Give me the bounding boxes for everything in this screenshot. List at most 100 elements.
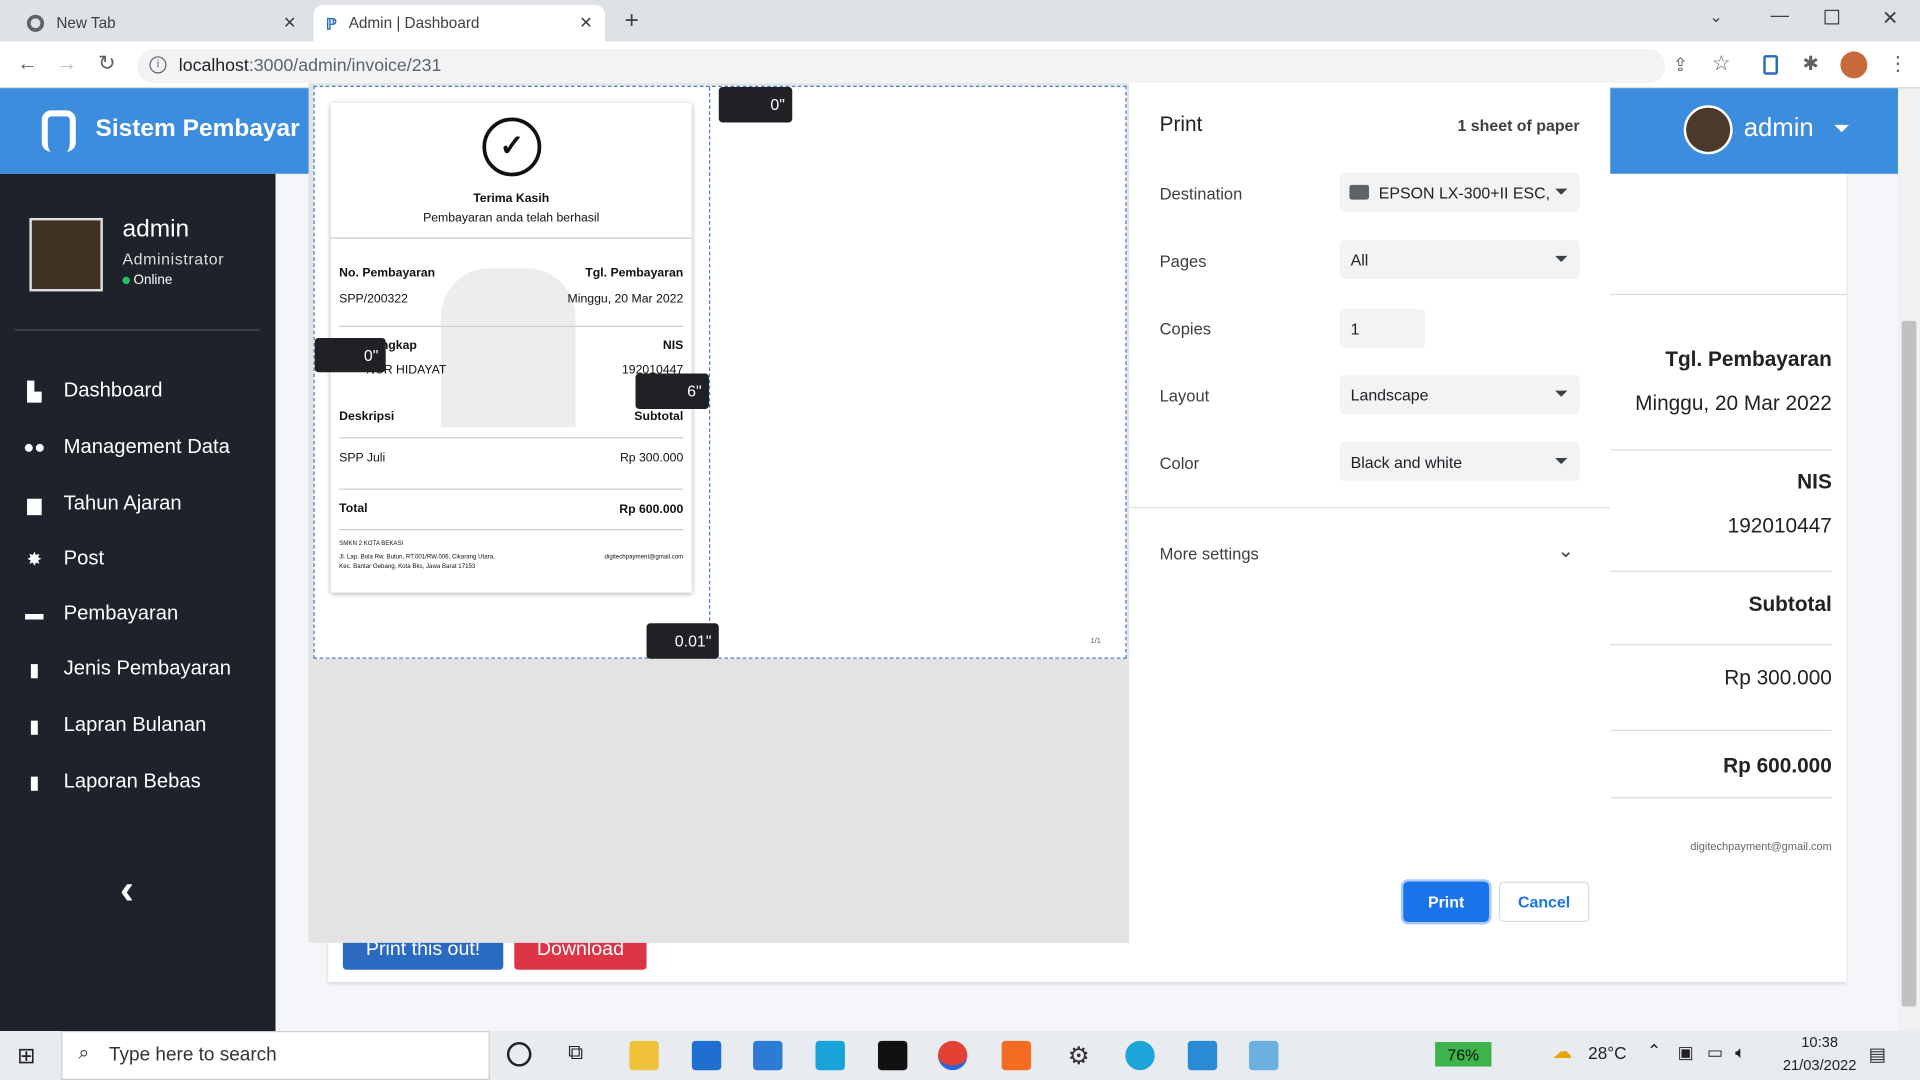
tab-new-tab[interactable]: New Tab ✕	[17, 5, 308, 42]
share-icon[interactable]: ⇪	[1673, 54, 1688, 76]
scrollbar-thumb[interactable]	[1901, 320, 1917, 1007]
puzzle-icon[interactable]: ✱	[1802, 51, 1818, 75]
tray-chevron-icon[interactable]: ⌃	[1647, 1041, 1661, 1062]
weather-temp[interactable]: 28°C	[1588, 1043, 1626, 1063]
sidebar-item-dashboard[interactable]: ▙ Dashboard	[20, 380, 163, 403]
destination-select[interactable]: EPSON LX-300+II ESC,	[1339, 172, 1580, 212]
layout-select[interactable]: Landscape	[1339, 374, 1580, 414]
more-settings[interactable]: More settings	[1160, 545, 1259, 563]
margin-right-tag[interactable]: 6"	[635, 373, 709, 409]
url-host: localhost	[178, 56, 249, 76]
sidebar-item-lapran-bulanan[interactable]: ▮ Lapran Bulanan	[20, 714, 207, 737]
settings-icon[interactable]: ⚙	[1064, 1041, 1093, 1070]
back-icon[interactable]: ←	[17, 51, 38, 75]
sidebar-item-label: Lapran Bulanan	[63, 713, 207, 736]
xampp-icon[interactable]	[1001, 1040, 1032, 1071]
destination-value: EPSON LX-300+II ESC,	[1378, 183, 1551, 202]
printer-icon	[1349, 184, 1369, 200]
chrome-taskbar-icon[interactable]	[937, 1040, 968, 1071]
header-username[interactable]: admin	[1744, 114, 1814, 143]
info-icon: i	[149, 56, 167, 74]
caret-down-icon[interactable]	[1834, 124, 1849, 133]
minimize-icon[interactable]: —	[1771, 5, 1789, 26]
task-view-icon[interactable]: ⧉	[568, 1041, 583, 1065]
volume-icon[interactable]: 🔈︎	[1735, 1042, 1745, 1063]
taskbar-search[interactable]: ⌕ Type here to search	[61, 1031, 490, 1080]
tab-admin-dashboard[interactable]: ℙ Admin | Dashboard ✕	[313, 4, 605, 42]
subtotal-label: Subtotal	[1748, 592, 1832, 616]
print-button[interactable]: Print	[1403, 881, 1489, 923]
menu-icon[interactable]: ⋮	[1888, 51, 1908, 75]
pages-select[interactable]: All	[1339, 240, 1580, 280]
margin-bottom-tag[interactable]: 0.01"	[646, 623, 719, 659]
url-input[interactable]: i localhost:3000/admin/invoice/231	[137, 48, 1666, 84]
maximize-icon[interactable]	[1824, 9, 1840, 25]
clock-date[interactable]: 21/03/2022	[1761, 1057, 1879, 1074]
color-label: Color	[1159, 454, 1200, 473]
star-icon[interactable]: ☆	[1712, 51, 1731, 75]
receipt-school: SMKN 2 KOTA BEKASI	[339, 540, 404, 548]
margin-top-tag[interactable]: 0"	[718, 86, 793, 123]
app-window-icon[interactable]	[1248, 1040, 1279, 1071]
chevron-down-icon[interactable]: ⌄	[1709, 7, 1722, 27]
copies-input[interactable]: 1	[1339, 308, 1426, 348]
mail-icon[interactable]	[753, 1040, 783, 1071]
page-scrollbar[interactable]	[1897, 88, 1920, 1032]
sidebar-item-jenis-pembayaran[interactable]: ▮ Jenis Pembayaran	[20, 658, 231, 681]
sidebar-item-label: Jenis Pembayaran	[63, 657, 232, 680]
new-tab-icon[interactable]: +	[624, 7, 638, 35]
network-icon[interactable]: ▣	[1678, 1042, 1694, 1063]
sidebar-divider	[14, 329, 260, 331]
online-dot-icon	[122, 276, 130, 285]
user-status: Online	[122, 273, 172, 288]
caret-down-icon	[1555, 390, 1568, 397]
extension-icon[interactable]	[1763, 55, 1778, 75]
color-value: Black and white	[1350, 452, 1463, 471]
profile-avatar[interactable]	[1840, 51, 1868, 79]
header-avatar[interactable]	[1683, 105, 1733, 155]
print-dialog: Print 1 sheet of paper Destination EPSON…	[1128, 83, 1611, 943]
vscode-icon[interactable]	[1187, 1040, 1218, 1071]
sidebar-item-pembayaran[interactable]: ▬ Pembayaran	[20, 602, 179, 625]
users-icon: ●●	[23, 437, 46, 458]
clock-time[interactable]: 10:38	[1771, 1033, 1869, 1050]
receipt-nis-label: NIS	[662, 339, 684, 353]
cancel-button[interactable]: Cancel	[1498, 881, 1590, 923]
notification-icon[interactable]: ▤	[1869, 1043, 1886, 1065]
chart-icon: ▙	[27, 381, 42, 403]
l-app-icon[interactable]	[815, 1040, 845, 1071]
store-icon[interactable]	[691, 1040, 722, 1071]
copies-label: Copies	[1159, 319, 1212, 338]
windows-start-icon[interactable]: ⊞	[17, 1043, 35, 1069]
margin-left-tag[interactable]: 0"	[314, 337, 386, 373]
book-icon: ▮	[29, 659, 40, 681]
battery-icon[interactable]: ▭	[1707, 1042, 1723, 1063]
sidebar-item-management-data[interactable]: ●● Management Data	[20, 436, 230, 459]
chevron-down-icon[interactable]: ⌄	[1558, 539, 1574, 563]
battery-meter[interactable]: 76%	[1435, 1042, 1492, 1067]
sidebar-item-tahun-ajaran[interactable]: ▆ Tahun Ajaran	[20, 492, 182, 515]
sidebar-item-laporan-bebas[interactable]: ▮ Laporan Bebas	[20, 770, 201, 793]
window-close-icon[interactable]: ✕	[1882, 6, 1898, 30]
user-name: admin	[122, 215, 190, 243]
reload-icon[interactable]: ↻	[98, 51, 115, 75]
margin-guide-right[interactable]	[708, 86, 711, 658]
pages-label: Pages	[1159, 252, 1207, 271]
close-icon[interactable]: ✕	[283, 13, 296, 33]
page-number: 1/1	[1090, 637, 1101, 646]
netflix-icon[interactable]	[877, 1040, 908, 1071]
close-icon[interactable]: ✕	[579, 13, 592, 33]
watermark-logo	[440, 268, 576, 428]
forward-icon[interactable]: →	[56, 51, 77, 75]
total-value: Rp 600.000	[1723, 754, 1832, 778]
edge-icon[interactable]	[1125, 1040, 1155, 1071]
file-explorer-icon[interactable]	[629, 1040, 659, 1071]
subtotal-value: Rp 300.000	[1724, 666, 1832, 690]
color-select[interactable]: Black and white	[1339, 442, 1580, 482]
sidebar-item-label: Dashboard	[63, 379, 163, 402]
sidebar-item-post[interactable]: ✸ Post	[20, 547, 105, 570]
collapse-sidebar-icon[interactable]: ‹	[120, 867, 134, 915]
cortana-icon[interactable]	[506, 1042, 532, 1067]
receipt-tgl-label: Tgl. Pembayaran	[585, 266, 684, 281]
book-icon: ▮	[29, 715, 40, 737]
